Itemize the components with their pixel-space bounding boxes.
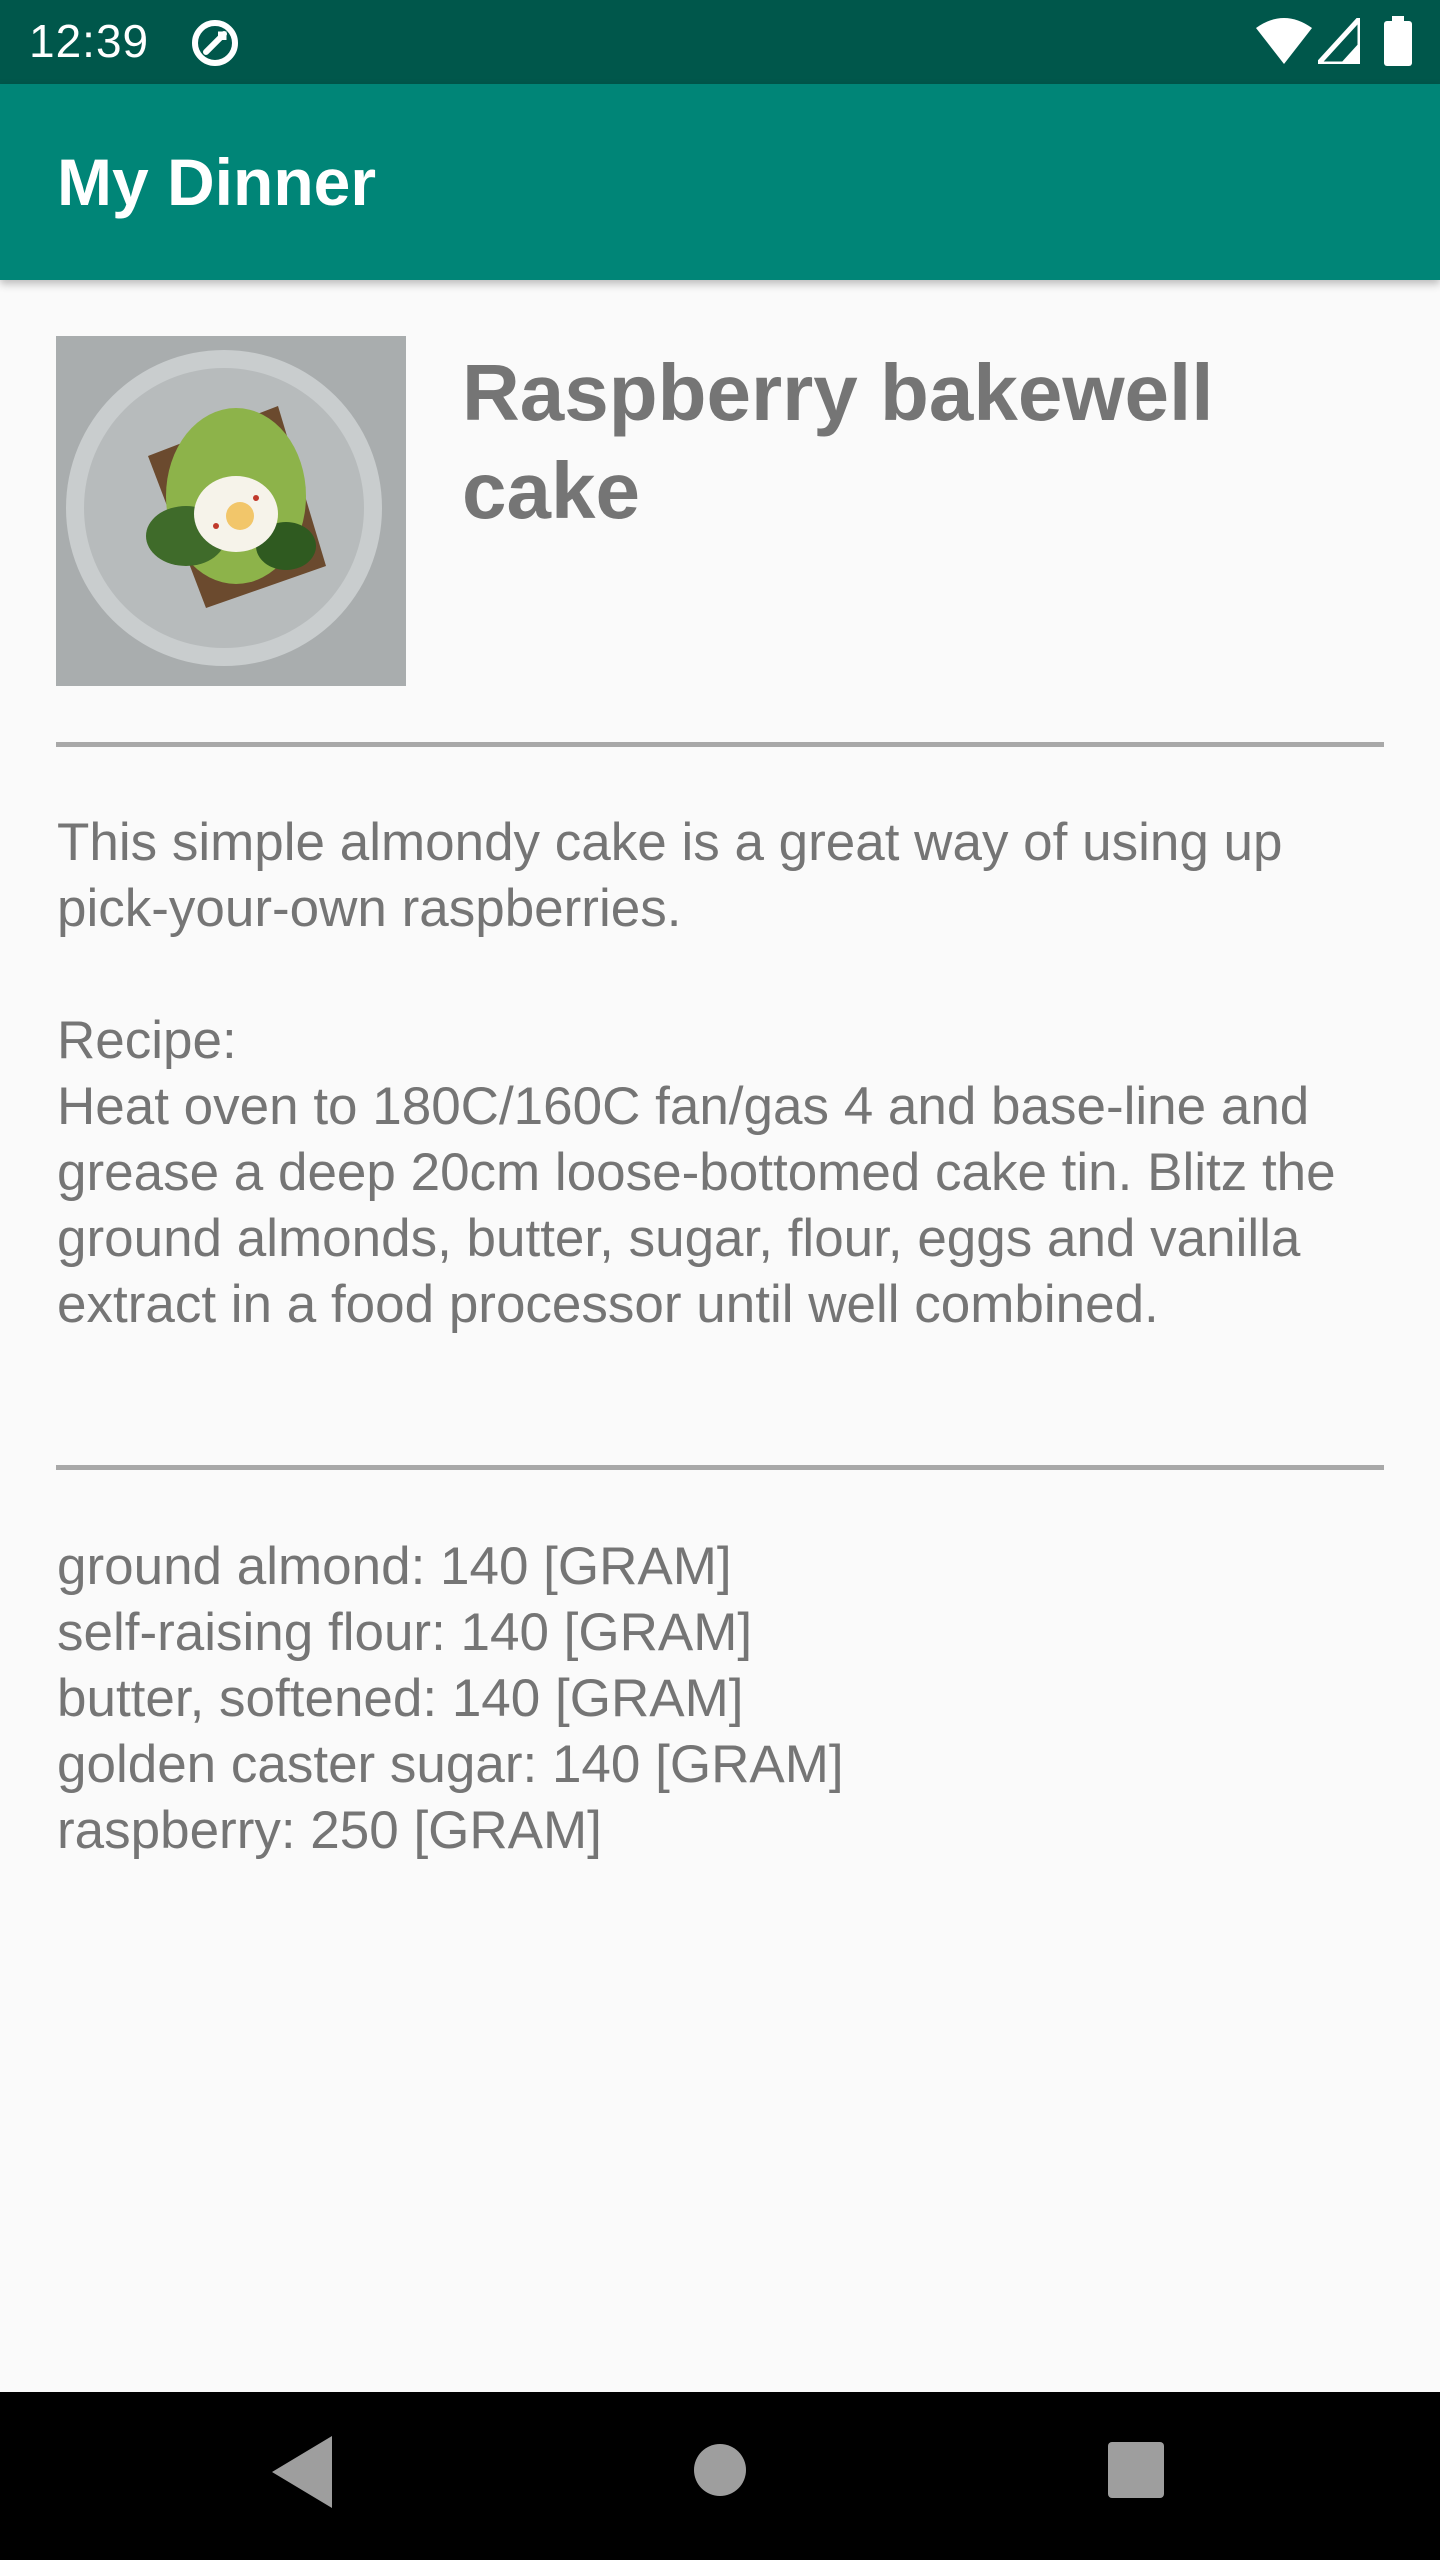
app-bar: My Dinner xyxy=(0,84,1440,280)
ingredients-list: ground almond: 140 [GRAM] self-raising f… xyxy=(57,1534,1387,1864)
status-bar: 12:39 xyxy=(0,0,1440,84)
ingredient-item: raspberry: 250 [GRAM] xyxy=(57,1801,602,1860)
divider xyxy=(56,742,1384,747)
app-title: My Dinner xyxy=(57,145,377,219)
status-time: 12:39 xyxy=(29,15,150,67)
home-icon[interactable] xyxy=(694,2444,746,2496)
recipe-title: Raspberry bakewell cake xyxy=(462,348,1214,535)
food-photo-icon xyxy=(56,336,406,686)
ingredient-item: self-raising flour: 140 [GRAM] xyxy=(57,1603,753,1662)
divider xyxy=(56,1465,1384,1470)
back-icon[interactable] xyxy=(272,2436,332,2508)
recents-icon[interactable] xyxy=(1108,2442,1164,2498)
app-notification-icon xyxy=(192,20,238,66)
ingredient-item: butter, softened: 140 [GRAM] xyxy=(57,1669,744,1728)
recipe-image xyxy=(56,336,406,686)
signal-icon xyxy=(1318,18,1360,64)
recipe-description: This simple almondy cake is a great way … xyxy=(57,813,1336,1334)
ingredient-item: golden caster sugar: 140 [GRAM] xyxy=(57,1735,844,1794)
wifi-icon xyxy=(1256,18,1312,64)
battery-icon xyxy=(1384,16,1412,66)
navigation-bar xyxy=(0,2392,1440,2560)
ingredient-item: ground almond: 140 [GRAM] xyxy=(57,1537,732,1596)
